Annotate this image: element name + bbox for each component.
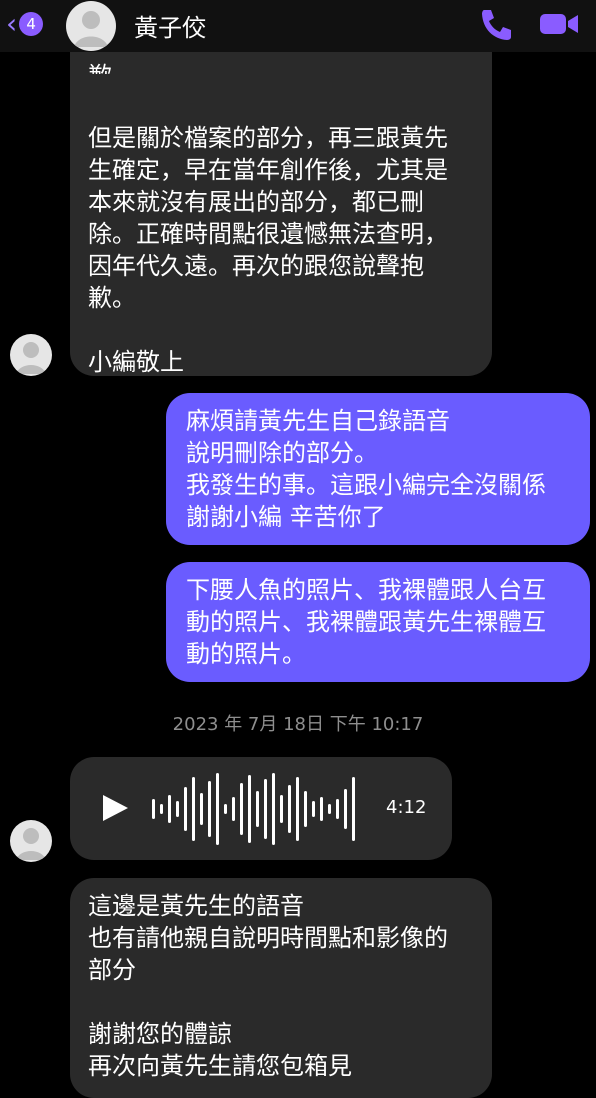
contact-name[interactable]: 黃子佼 <box>134 8 206 43</box>
avatar[interactable] <box>10 334 52 376</box>
avatar[interactable] <box>10 820 52 862</box>
voice-duration: 4:12 <box>386 797 427 818</box>
message-text: 下腰人魚的照片、我裸體跟人台互 動的照片、我裸體跟黃先生裸體互 動的照片。 <box>186 576 546 668</box>
avatar[interactable] <box>66 1 116 51</box>
waveform <box>152 773 355 845</box>
message-fragment: 歉。 <box>88 60 136 74</box>
message-outgoing[interactable]: 麻煩請黃先生自己錄語音 說明刪除的部分。 我發生的事。這跟小編完全沒關係 謝謝小… <box>166 393 590 545</box>
play-icon[interactable] <box>100 793 130 823</box>
message-text: 麻煩請黃先生自己錄語音 說明刪除的部分。 我發生的事。這跟小編完全沒關係 謝謝小… <box>186 407 546 531</box>
message-incoming[interactable]: 歉。 但是關於檔案的部分，再三跟黃先 生確定，早在當年創作後，尤其是 本來就沒有… <box>70 20 492 376</box>
chevron-left-icon: ‹ <box>6 7 18 40</box>
message-outgoing[interactable]: 下腰人魚的照片、我裸體跟人台互 動的照片、我裸體跟黃先生裸體互 動的照片。 <box>166 562 590 682</box>
video-camera-icon[interactable] <box>538 8 580 40</box>
unread-badge: 4 <box>19 12 44 36</box>
message-text: 但是關於檔案的部分，再三跟黃先 生確定，早在當年創作後，尤其是 本來就沒有展出的… <box>88 124 448 376</box>
chat-header: ‹ 4 黃子佼 <box>0 0 596 52</box>
message-text: 這邊是黃先生的語音 也有請他親自說明時間點和影像的 部分 謝謝您的體諒 再次向黃… <box>88 892 448 1080</box>
back-button[interactable]: ‹ 4 <box>6 10 56 38</box>
phone-icon[interactable] <box>476 6 516 42</box>
timestamp: 2023 年 7月 18日 下午 10:17 <box>172 714 424 735</box>
voice-message[interactable]: 4:12 <box>70 757 452 860</box>
message-incoming[interactable]: 這邊是黃先生的語音 也有請他親自說明時間點和影像的 部分 謝謝您的體諒 再次向黃… <box>70 878 492 1098</box>
